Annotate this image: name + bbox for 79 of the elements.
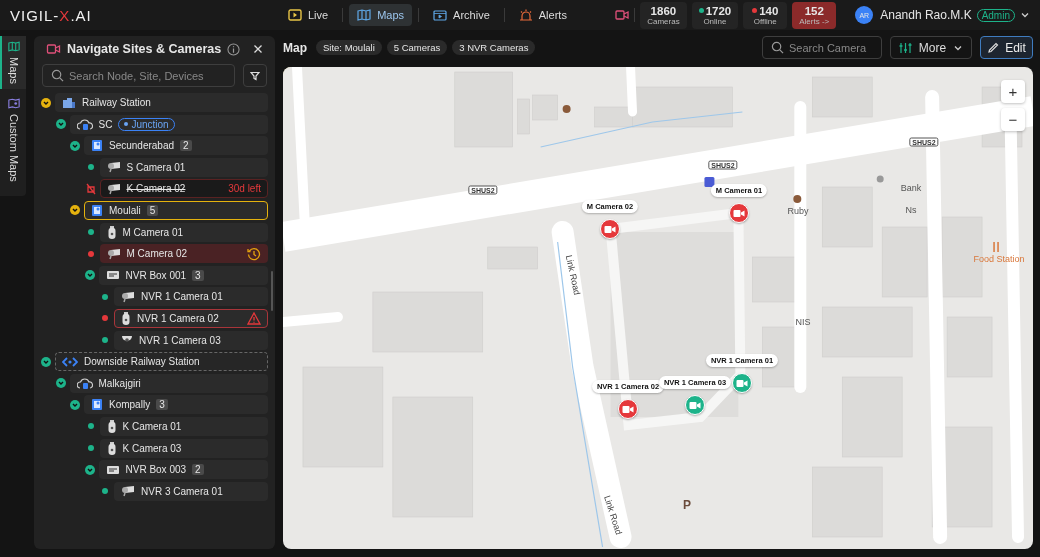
stat-label: Offline xyxy=(752,16,778,26)
info-chip: 5 Cameras xyxy=(386,40,448,55)
tree-item[interactable]: NVR Box 003 2 xyxy=(98,460,268,480)
count-badge: 2 xyxy=(192,464,204,476)
map-label: Bank xyxy=(900,183,922,193)
tree-item[interactable]: Malkajgiri xyxy=(69,373,268,393)
nav-tab[interactable]: Live xyxy=(280,4,337,26)
count-badge: 2 xyxy=(180,140,192,152)
map-label: Link Road xyxy=(602,494,624,536)
tree-item[interactable]: Moulali 5 xyxy=(84,200,268,220)
item-label: NVR 1 Camera 02 xyxy=(137,312,219,324)
tree-item[interactable]: Railway Station xyxy=(55,93,268,112)
item-label: Railway Station xyxy=(82,97,151,108)
item-label: NVR 3 Camera 01 xyxy=(141,485,223,497)
item-label: Kompally xyxy=(109,399,151,411)
user-name: Anandh Rao.M.K xyxy=(880,8,972,22)
zoom-in-button[interactable]: + xyxy=(1001,80,1025,103)
map-label: NIS xyxy=(795,317,811,327)
tree-item[interactable]: Secunderabad 2 xyxy=(84,136,268,156)
item-label: NVR Box 001 xyxy=(125,269,187,281)
info-chip: 3 NVR Cameras xyxy=(452,40,536,55)
tree-item[interactable]: SC Junction xyxy=(69,114,268,134)
tree-item[interactable]: NVR 1 Camera 02 xyxy=(114,308,268,328)
camera-search-field[interactable]: Search Camera xyxy=(762,36,882,59)
nav-tab[interactable]: Archive xyxy=(425,4,498,26)
item-label: NVR 1 Camera 03 xyxy=(139,334,221,346)
item-label: K Camera 01 xyxy=(122,420,182,432)
tree-item[interactable]: S Camera 01 xyxy=(99,157,268,177)
rail-tab[interactable]: Custom Maps xyxy=(0,92,26,187)
app-logo: VIGIL-X.AI xyxy=(10,6,93,24)
info-chip: Site: Moulali xyxy=(316,40,382,55)
rail-tab[interactable]: Maps xyxy=(0,36,26,89)
tree-item[interactable]: K Camera 01 xyxy=(99,416,268,436)
item-label: K Camera 02 xyxy=(126,183,186,195)
stat-value: 152 xyxy=(804,4,824,17)
map-label: Ruby xyxy=(787,206,809,216)
item-label: Moulali xyxy=(109,204,141,216)
search-field[interactable]: Search Node, Site, Devices xyxy=(42,64,235,87)
count-badge: 5 xyxy=(146,204,159,216)
tree-item[interactable]: NVR 1 Camera 01 xyxy=(114,287,268,307)
nav-tab[interactable]: Alerts xyxy=(510,4,575,26)
tree-item[interactable]: M Camera 02 xyxy=(99,244,268,264)
map-title: Map xyxy=(283,40,307,55)
edit-button[interactable]: Edit xyxy=(980,36,1033,59)
item-label: NVR Box 003 xyxy=(125,464,187,476)
map-label: Ns xyxy=(905,205,917,215)
panel-title: Navigate Sites & Cameras xyxy=(67,42,222,56)
stat-label: Cameras xyxy=(647,16,680,26)
map-label: Food Station xyxy=(973,254,1025,264)
tree-item[interactable]: Kompally 3 xyxy=(84,395,268,415)
count-badge: 3 xyxy=(192,269,204,281)
map-label: P xyxy=(683,498,691,512)
item-label: Downside Railway Station xyxy=(84,356,200,368)
nav-tab[interactable]: Maps xyxy=(349,4,413,26)
tree-item[interactable]: NVR Box 001 3 xyxy=(98,265,268,285)
zoom-out-button[interactable]: − xyxy=(1001,108,1025,131)
tree-item[interactable]: NVR 1 Camera 03 xyxy=(114,330,268,350)
item-label: NVR 1 Camera 01 xyxy=(141,291,223,303)
tree-item[interactable]: NVR 3 Camera 01 xyxy=(114,481,268,501)
tree-item[interactable]: M Camera 01 xyxy=(99,222,268,242)
stat-value: 1860 xyxy=(650,4,677,17)
item-label: M Camera 02 xyxy=(126,248,188,260)
expiry-note: 30d left xyxy=(228,183,261,195)
tree-item[interactable]: K Camera 03 xyxy=(99,438,268,458)
count-badge: 3 xyxy=(156,399,168,411)
stat-label: Alerts -> xyxy=(799,16,830,26)
item-label: K Camera 03 xyxy=(122,442,182,454)
item-label: Secunderabad xyxy=(109,140,175,152)
stat-value: 140 xyxy=(759,4,779,17)
map-label: Link Road xyxy=(563,254,583,296)
item-label: S Camera 01 xyxy=(126,161,186,173)
item-label: M Camera 01 xyxy=(122,226,184,238)
stat-label: Online xyxy=(702,16,728,26)
stat-value: 1720 xyxy=(705,4,732,17)
item-label: Malkajgiri xyxy=(98,377,141,389)
tree-item[interactable]: Downside Railway Station xyxy=(55,352,268,372)
more-button[interactable]: More xyxy=(890,36,972,59)
alerts-button[interactable]: 152 Alerts -> xyxy=(792,1,837,29)
item-label: SC xyxy=(98,118,113,130)
